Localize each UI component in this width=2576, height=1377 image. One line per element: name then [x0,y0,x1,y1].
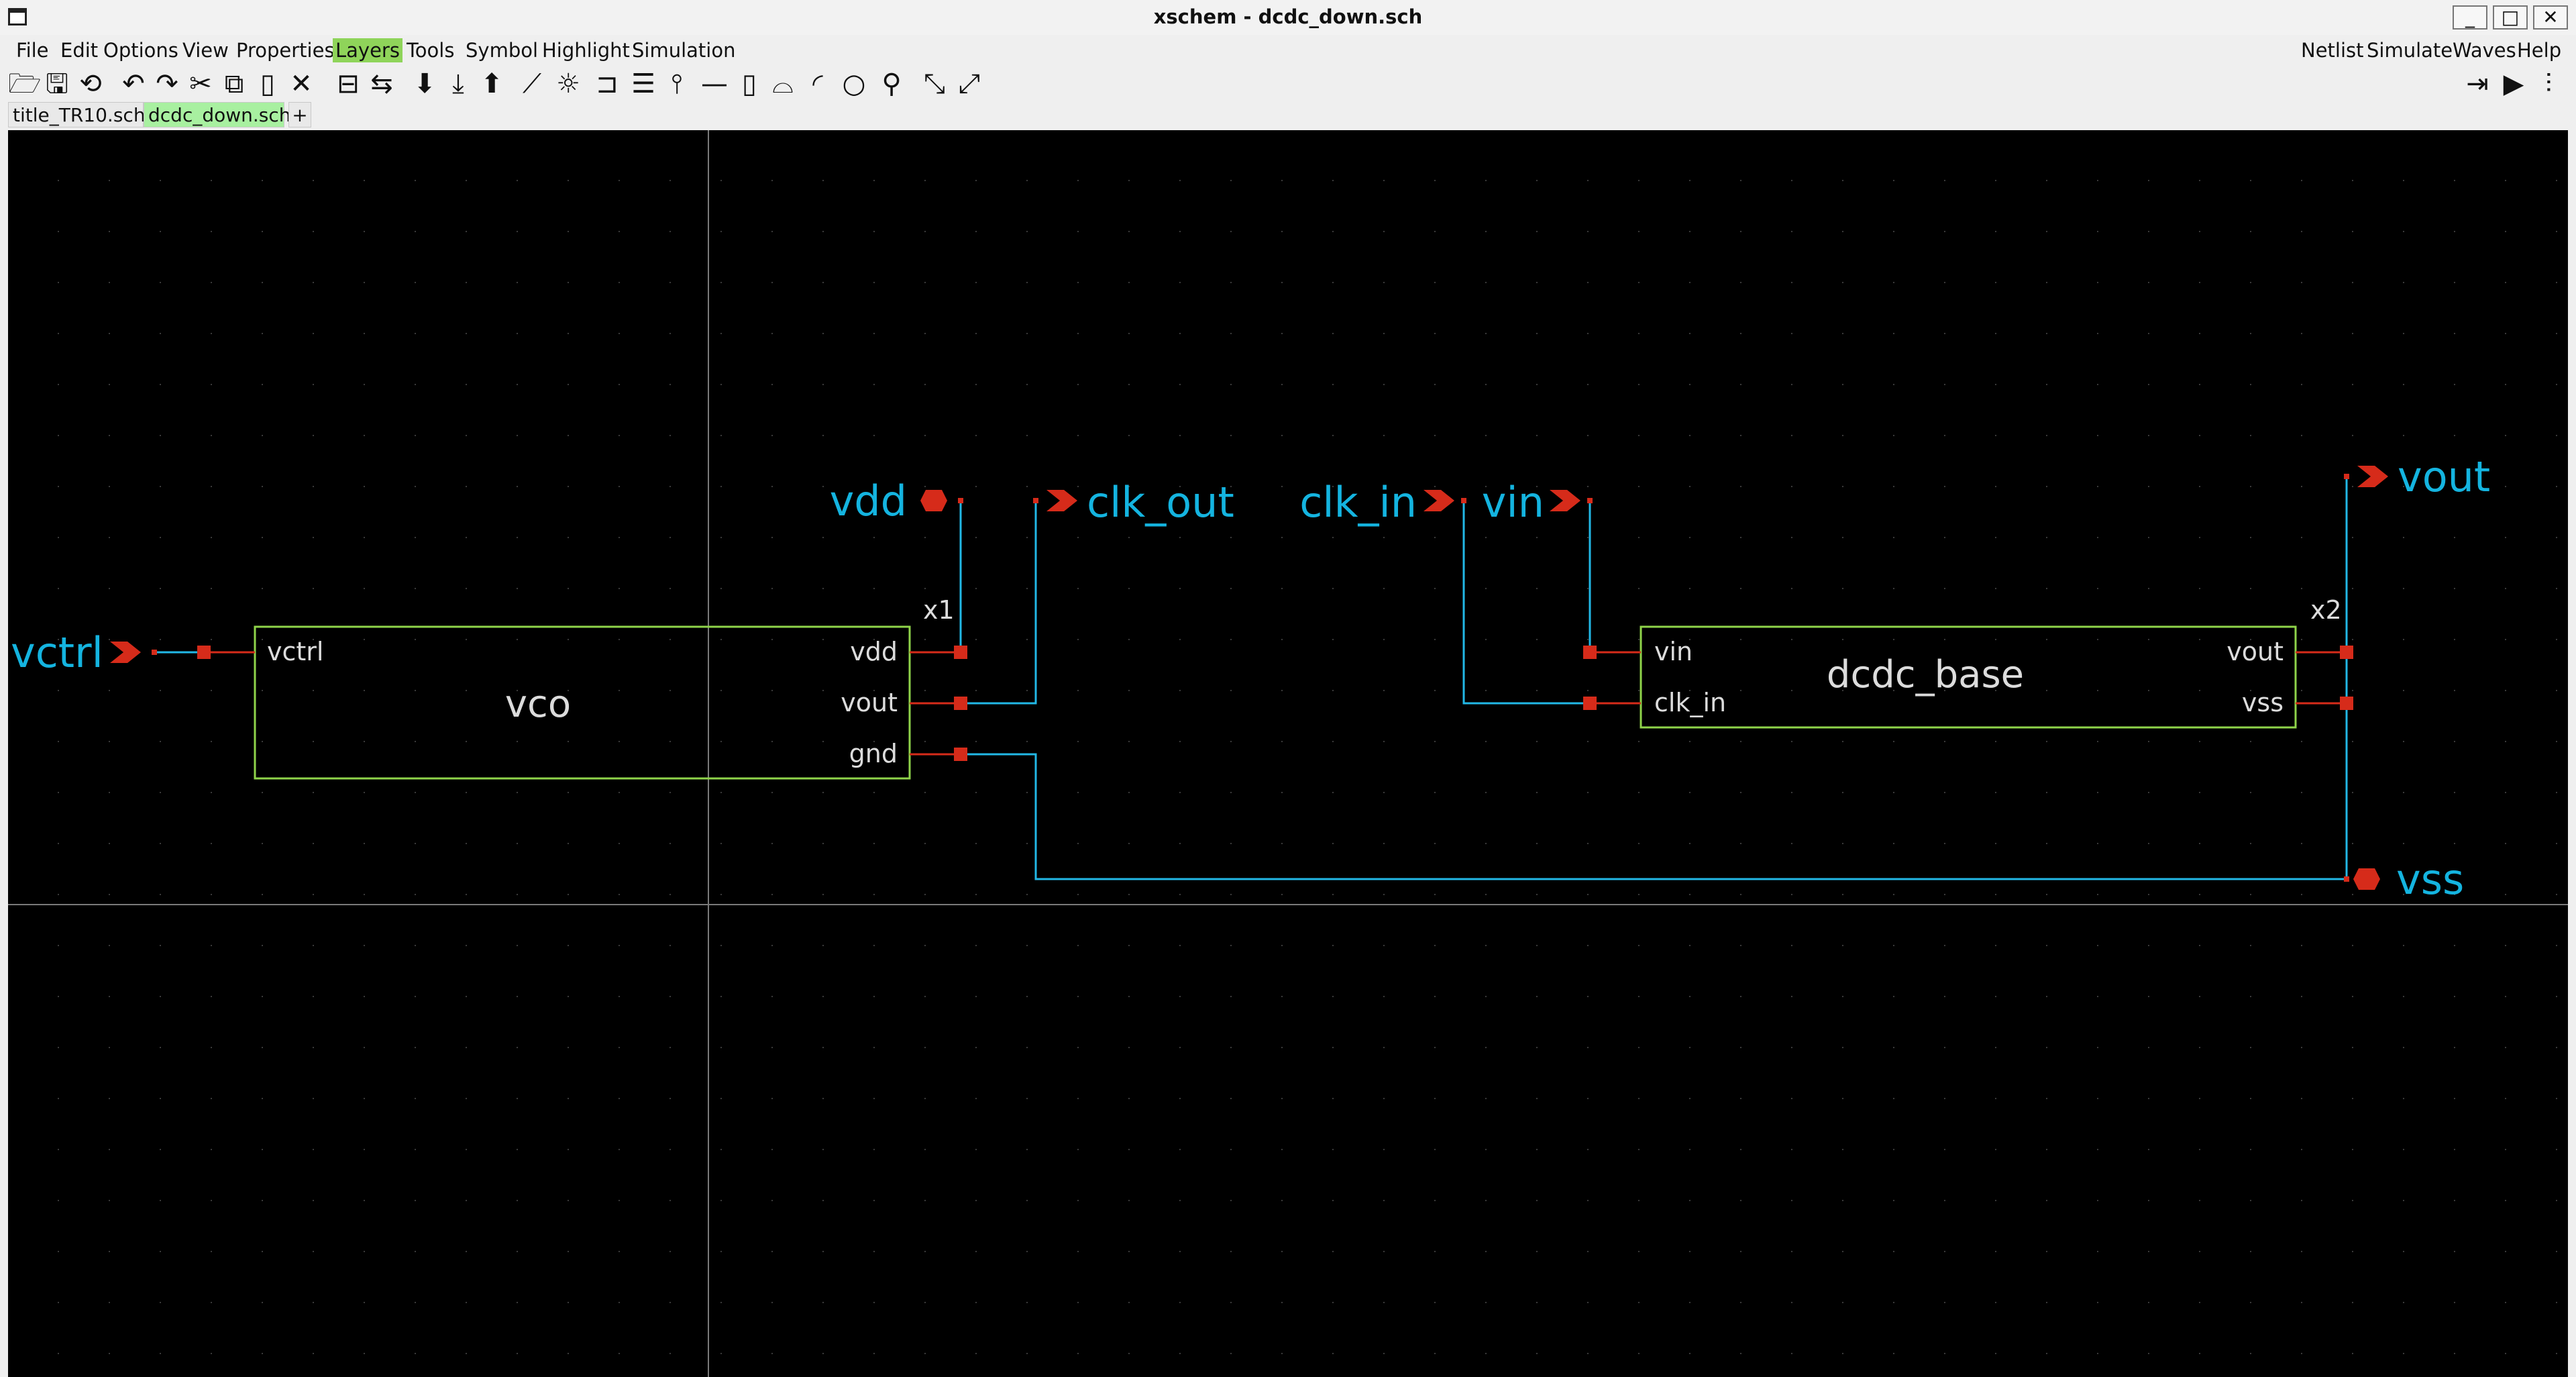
vco-symbol-name: vco [505,682,571,726]
simulate-icon[interactable]: ▶ [2498,68,2529,99]
delete-icon[interactable]: ✕ [286,68,317,99]
menu-properties[interactable]: Properties [233,38,337,62]
zoom-full-icon[interactable]: ⤢ [954,68,985,99]
iopin-vss-marker [2353,868,2380,890]
net-label-icon[interactable]: ⊐ [592,68,623,99]
dcdc-pin-clk-in [1583,697,1597,710]
zoom-icon[interactable]: ⚲ [876,68,907,99]
pin-icon[interactable]: ⫯ [661,68,692,99]
vco-pin-label-vout: vout [841,688,898,717]
vco-pin-label-gnd: gnd [849,739,898,768]
highlight-icon[interactable]: ☼ [553,68,584,99]
menu-help[interactable]: Help [2514,38,2564,62]
reload-icon[interactable]: ⟲ [75,68,106,99]
paste-icon[interactable]: ▯ [252,68,283,99]
vco-pin-label-vdd: vdd [850,637,898,666]
wire-icon[interactable]: ⟋ [517,68,547,99]
dcdc-pin-vin [1583,646,1597,659]
menu-edit[interactable]: Edit [58,38,101,62]
maximize-button[interactable]: □ [2493,5,2528,30]
vco-instance-name: x1 [923,595,955,625]
close-button[interactable]: ✕ [2533,5,2568,30]
schematic-canvas[interactable]: vctrl vdd vout gnd vco x1 vin clk_in vou… [8,130,2568,1377]
go-back-icon[interactable]: ⬆ [476,68,507,99]
dcdc-base-symbol-name: dcdc_base [1827,653,2024,697]
minimize-button[interactable]: _ [2453,5,2487,30]
menu-netlist[interactable]: Netlist [2298,38,2367,62]
waves-icon[interactable]: ⫶ [2533,68,2564,99]
descend-symbol-icon[interactable]: ⤓ [443,68,474,99]
menu-waves[interactable]: Waves [2450,38,2519,62]
redo-icon[interactable]: ↷ [152,68,182,99]
cut-icon[interactable]: ✂ [185,68,216,99]
copy-icon[interactable]: ⧉ [219,68,250,99]
polygon-icon[interactable]: ⌓ [767,68,798,99]
net-label-vss[interactable]: vss [2396,855,2464,904]
vco-pin-gnd [954,748,967,761]
tab-title-tr10[interactable]: title_TR10.sch [8,102,146,128]
menu-highlight[interactable]: Highlight [539,38,633,62]
open-icon[interactable]: 🗁 [8,68,42,99]
tab-dcdc-down[interactable]: dcdc_down.sch [144,102,291,128]
arc-icon[interactable]: ◜ [802,68,833,99]
vco-pin-label-vctrl: vctrl [267,637,323,666]
undo-icon[interactable]: ↶ [118,68,149,99]
menu-symbol[interactable]: Symbol [463,38,541,62]
netlist-icon[interactable]: ⇥ [2462,68,2493,99]
menu-tools[interactable]: Tools [404,38,457,62]
net-label-vdd[interactable]: vdd [830,476,907,525]
menu-file[interactable]: File [13,38,52,62]
grid [8,130,2568,1377]
save-icon[interactable]: 🖫 [42,68,72,99]
iopin-vdd-marker [920,490,947,511]
toolbar: 🗁 🖫 ⟲ ↶ ↷ ✂ ⧉ ▯ ✕ ⊟ ⇆ ⬇ ⤓ ⬆ ⟋ ☼ ⊐ ☰ ⫯ — … [0,66,2576,102]
dcdc-pin-label-clk-in: clk_in [1654,688,1726,717]
vco-pin-vout [954,697,967,710]
dcdc-pin-vout [2340,646,2353,659]
vco-pin-vdd [954,646,967,659]
vco-pin-vctrl [197,646,211,659]
menu-view[interactable]: View [180,38,231,62]
text-icon[interactable]: ☰ [628,68,659,99]
menu-bar: File Edit Options View Properties Layers… [0,35,2576,66]
circle-icon[interactable]: ○ [839,68,869,99]
menu-simulate[interactable]: Simulate [2364,38,2455,62]
add-tab-button[interactable]: + [288,102,311,128]
net-label-clk-out[interactable]: clk_out [1087,478,1234,527]
dcdc-instance-name: x2 [2310,595,2342,625]
place-symbol-icon[interactable]: ⊟ [333,68,364,99]
descend-icon[interactable]: ⬇ [409,68,440,99]
dcdc-pin-vss [2340,697,2353,710]
window-title: xschem - dcdc_down.sch [1153,5,1423,28]
net-label-vctrl[interactable]: vctrl [11,628,103,677]
rectangle-icon[interactable]: ▯ [734,68,765,99]
zoom-out-icon[interactable]: ⤡ [919,68,950,99]
dcdc-pin-label-vout: vout [2226,637,2284,666]
move-icon[interactable]: ⇆ [366,68,397,99]
menu-simulation[interactable]: Simulation [629,38,738,62]
net-label-clk-in[interactable]: clk_in [1299,478,1417,527]
dcdc-pin-label-vss: vss [2242,688,2284,717]
net-label-vin[interactable]: vin [1482,478,1544,527]
net-label-vout[interactable]: vout [2398,452,2490,501]
tab-bar: title_TR10.sch dcdc_down.sch + [0,101,2576,129]
line-icon[interactable]: — [699,68,730,99]
menu-options[interactable]: Options [101,38,181,62]
menu-layers[interactable]: Layers [333,38,402,62]
dcdc-pin-label-vin: vin [1654,637,1693,666]
title-bar: xschem - dcdc_down.sch _ □ ✕ [0,0,2576,36]
